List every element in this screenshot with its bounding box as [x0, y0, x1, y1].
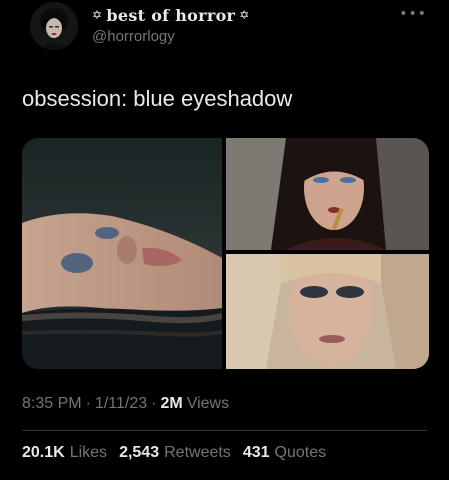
media-photo-3[interactable]	[226, 254, 429, 369]
tweet-date[interactable]: 1/11/23	[95, 395, 147, 413]
views-label: Views	[186, 395, 230, 412]
likes-count: 20.1K	[22, 444, 65, 461]
divider	[22, 430, 427, 431]
pentagram-icon: ✡	[239, 8, 250, 22]
tweet-meta: 8:35 PM · 1/11/23 · 2M Views	[22, 395, 229, 413]
tweet-time[interactable]: 8:35 PM	[22, 395, 82, 413]
author-avatar[interactable]	[30, 2, 78, 50]
author-name-text: best of horror	[106, 5, 236, 25]
meta-separator: ·	[85, 395, 91, 412]
retweets-count: 2,543	[119, 444, 160, 461]
media-grid	[22, 138, 429, 369]
tweet-card: ✡ best of horror ✡ @horrorlogy ••• obses…	[0, 0, 449, 480]
photo-woman-lipstick-icon	[226, 138, 429, 250]
more-options-icon[interactable]: •••	[399, 6, 427, 22]
author-display-name[interactable]: ✡ best of horror ✡	[92, 4, 250, 26]
photo-woman-in-water-icon	[22, 138, 222, 369]
meta-separator: ·	[151, 395, 157, 412]
avatar-image	[30, 2, 78, 50]
pentagram-icon: ✡	[92, 8, 103, 22]
photo-blonde-woman-icon	[226, 254, 429, 369]
likes-label: Likes	[69, 444, 108, 461]
likes-stat[interactable]: 20.1K Likes	[22, 444, 107, 462]
views-count: 2M	[160, 395, 183, 412]
retweets-stat[interactable]: 2,543 Retweets	[119, 444, 231, 462]
tweet-stats: 20.1K Likes 2,543 Retweets 431 Quotes	[22, 444, 326, 462]
author-block: ✡ best of horror ✡ @horrorlogy	[92, 4, 250, 46]
retweets-label: Retweets	[164, 444, 231, 461]
quotes-stat[interactable]: 431 Quotes	[243, 444, 326, 462]
author-handle[interactable]: @horrorlogy	[92, 28, 250, 45]
tweet-text: obsession: blue eyeshadow	[22, 86, 293, 111]
media-photo-2[interactable]	[226, 138, 429, 250]
quotes-label: Quotes	[274, 444, 327, 461]
quotes-count: 431	[242, 444, 270, 461]
media-photo-1[interactable]	[22, 138, 222, 369]
